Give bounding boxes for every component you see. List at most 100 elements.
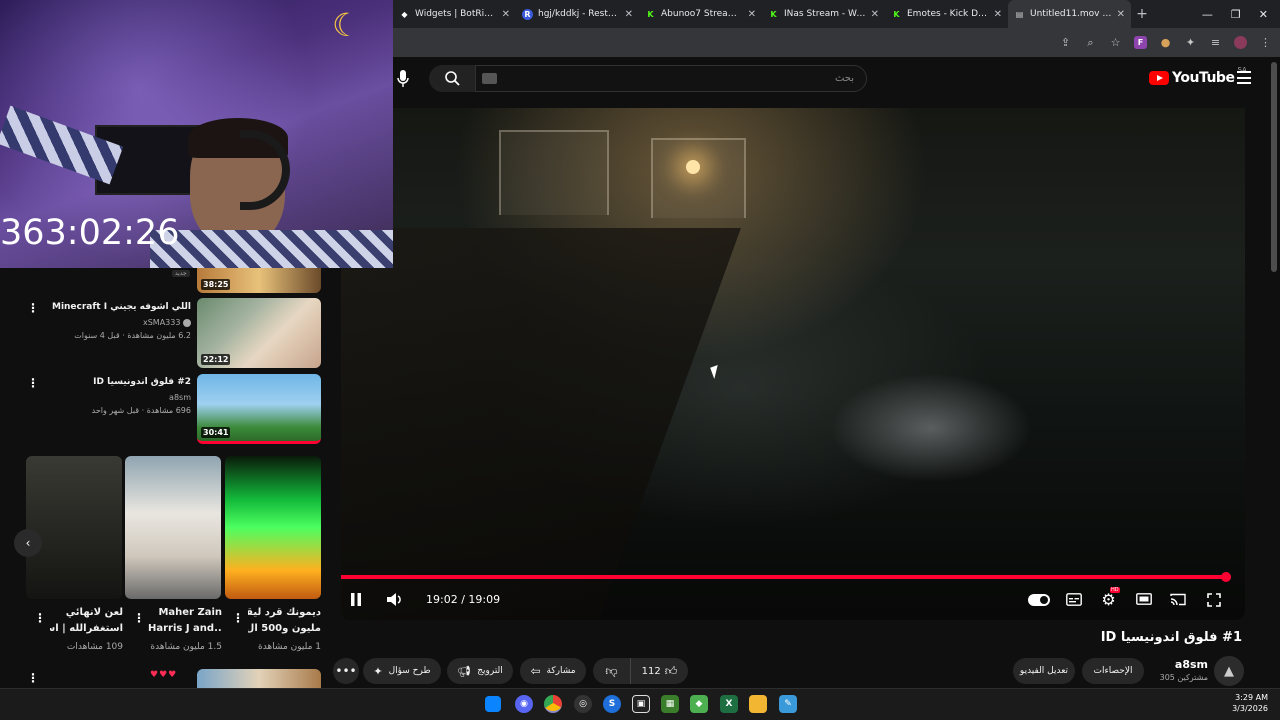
short-title[interactable]: Maher Zain [148, 605, 222, 620]
like-button[interactable]: 112 👍︎ [631, 658, 688, 684]
youtube-logo-text: YouTube [1172, 70, 1235, 86]
carousel-prev-button[interactable]: ‹ [14, 529, 42, 557]
cube-app-icon[interactable]: ◆ [690, 695, 708, 713]
tab-restream[interactable]: R hgj/kddkj - Restream ✕ [516, 0, 639, 28]
browser-menu-icon[interactable]: ⋮ [1259, 36, 1272, 49]
recommendation-thumbnail[interactable]: 38:25 [197, 268, 321, 293]
close-tab-icon[interactable]: ✕ [625, 9, 633, 20]
short-title-line2[interactable]: مليون و500 ال... [248, 621, 321, 636]
channel-name[interactable]: a8sm [1160, 658, 1208, 671]
short-thumbnail[interactable] [225, 456, 321, 599]
more-actions-button[interactable]: ••• [333, 658, 359, 684]
sparkle-icon: ✦ [373, 664, 383, 678]
page-scrollbar[interactable] [1271, 62, 1277, 272]
close-window-icon[interactable]: ✕ [1259, 8, 1268, 21]
volume-icon [386, 592, 401, 606]
more-options-icon[interactable]: ⋮ [27, 302, 39, 314]
share-button[interactable]: ⇦ مشاركة [520, 658, 586, 684]
analytics-label: الإحصاءات [1093, 666, 1133, 676]
more-options-icon[interactable]: ⋮ [232, 612, 244, 624]
ask-button[interactable]: ✦ طرح سؤال [363, 658, 441, 684]
short-title[interactable]: لعن لانهائي [50, 605, 123, 620]
kick-icon: K [893, 9, 900, 19]
search-button[interactable] [429, 65, 475, 92]
channel-avatar[interactable]: ▲ [1214, 656, 1244, 686]
recommendation-thumbnail[interactable] [197, 669, 321, 688]
close-tab-icon[interactable]: ✕ [502, 9, 510, 20]
chevron-left-icon: ‹ [25, 536, 31, 550]
minimize-icon[interactable]: — [1202, 8, 1213, 21]
voice-search-icon[interactable] [396, 68, 410, 90]
short-title-line2[interactable]: Harris J and... [148, 621, 222, 636]
recommendation-thumbnail[interactable]: 22:12 [197, 298, 321, 368]
close-tab-icon[interactable]: ✕ [994, 9, 1002, 20]
search-input[interactable]: بحث [475, 65, 867, 92]
settings-button[interactable]: ⚙ HD [1100, 587, 1120, 609]
edit-video-button[interactable]: تعديل الفيديو [1013, 658, 1075, 684]
keyboard-icon[interactable] [482, 73, 497, 84]
discord-icon[interactable]: ◉ [515, 695, 533, 713]
more-options-icon[interactable]: ⋮ [133, 612, 145, 624]
short-thumbnail[interactable] [125, 456, 221, 599]
short-thumbnail[interactable] [26, 456, 122, 599]
short-meta: 1.5 مليون مشاهدة [150, 642, 222, 652]
short-title[interactable]: ديمونك قرد ليقل [248, 605, 321, 620]
minecraft-icon[interactable]: ▦ [661, 695, 679, 713]
system-clock[interactable]: 3:29 AM 3/3/2026 [1222, 692, 1268, 714]
guide-menu-icon[interactable] [1237, 71, 1251, 84]
theater-mode-button[interactable] [1136, 592, 1152, 606]
tab-title: Emotes - Kick Dashb [907, 9, 989, 19]
extension-f-icon[interactable]: F [1134, 36, 1147, 49]
tab-kick-inas[interactable]: K INas Stream - Watch ✕ [762, 0, 885, 28]
zoom-icon[interactable]: ⌕ [1084, 36, 1097, 49]
dislike-button[interactable]: 👎︎ [593, 658, 631, 684]
fullscreen-button[interactable] [1206, 592, 1221, 607]
tab-untitled-mov[interactable]: ▤ Untitled11.mov - Ani ✕ [1008, 0, 1131, 28]
cast-button[interactable] [1170, 592, 1186, 606]
theater-icon [1136, 593, 1152, 605]
autoplay-toggle[interactable] [1028, 594, 1050, 606]
chrome-icon[interactable] [544, 695, 562, 713]
app-s-icon[interactable]: S [603, 695, 621, 713]
more-options-icon[interactable]: ⋮ [34, 612, 46, 624]
bookmark-star-icon[interactable]: ☆ [1109, 36, 1122, 49]
paint-icon[interactable]: ✎ [779, 695, 797, 713]
more-options-icon[interactable]: ⋮ [27, 377, 39, 389]
short-title-line2[interactable]: استغفرالله | اسم... [50, 621, 123, 636]
capcut-icon[interactable]: ▣ [632, 695, 650, 713]
maximize-icon[interactable]: ❐ [1231, 8, 1241, 21]
recommendation-title[interactable]: #2 فلوق اندونيسيا ID [93, 377, 191, 387]
tab-kick-abunoo7[interactable]: K Abunoo7 Stream - W ✕ [639, 0, 762, 28]
file-explorer-icon[interactable] [749, 695, 767, 713]
mute-button[interactable] [385, 591, 403, 607]
install-app-icon[interactable]: ⇪ [1059, 36, 1072, 49]
close-tab-icon[interactable]: ✕ [871, 9, 879, 20]
new-tab-button[interactable]: + [1131, 6, 1153, 22]
video-player[interactable]: 19:02 / 19:09 ⚙ HD [341, 108, 1245, 620]
profile-avatar-icon[interactable] [1234, 36, 1247, 49]
windows-start-icon[interactable] [485, 696, 501, 712]
tab-botrix[interactable]: ◆ Widgets | BotRix — C ✕ [393, 0, 516, 28]
tab-kick-emotes[interactable]: K Emotes - Kick Dashb ✕ [885, 0, 1008, 28]
excel-icon[interactable]: X [720, 695, 738, 713]
clock-time: 3:29 AM [1235, 693, 1268, 702]
search-placeholder: بحث [834, 73, 854, 84]
recommendation-thumbnail[interactable]: 30:41 [197, 374, 321, 444]
youtube-logo[interactable]: YouTube SA [1149, 66, 1247, 86]
share-label: مشاركة [546, 666, 576, 676]
subtitles-button[interactable] [1066, 592, 1082, 606]
obs-icon[interactable]: ◎ [574, 695, 592, 713]
promote-button[interactable]: 📢︎ الترويج [447, 658, 513, 684]
extension-cookie-icon[interactable]: ● [1159, 36, 1172, 49]
extensions-puzzle-icon[interactable]: ✦ [1184, 36, 1197, 49]
close-tab-icon[interactable]: ✕ [1117, 9, 1125, 20]
kick-icon: K [647, 9, 654, 19]
analytics-button[interactable]: الإحصاءات [1082, 658, 1144, 684]
recommendation-title[interactable]: اللي اشوفه يجيني Minecraft I [52, 302, 191, 312]
progress-bar[interactable] [341, 575, 1231, 579]
close-tab-icon[interactable]: ✕ [748, 9, 756, 20]
more-options-icon[interactable]: ⋮ [27, 672, 39, 684]
media-control-icon[interactable]: ≡ [1209, 36, 1222, 49]
dislike-icon: 👎︎ [605, 663, 618, 678]
pause-button[interactable] [349, 592, 363, 606]
